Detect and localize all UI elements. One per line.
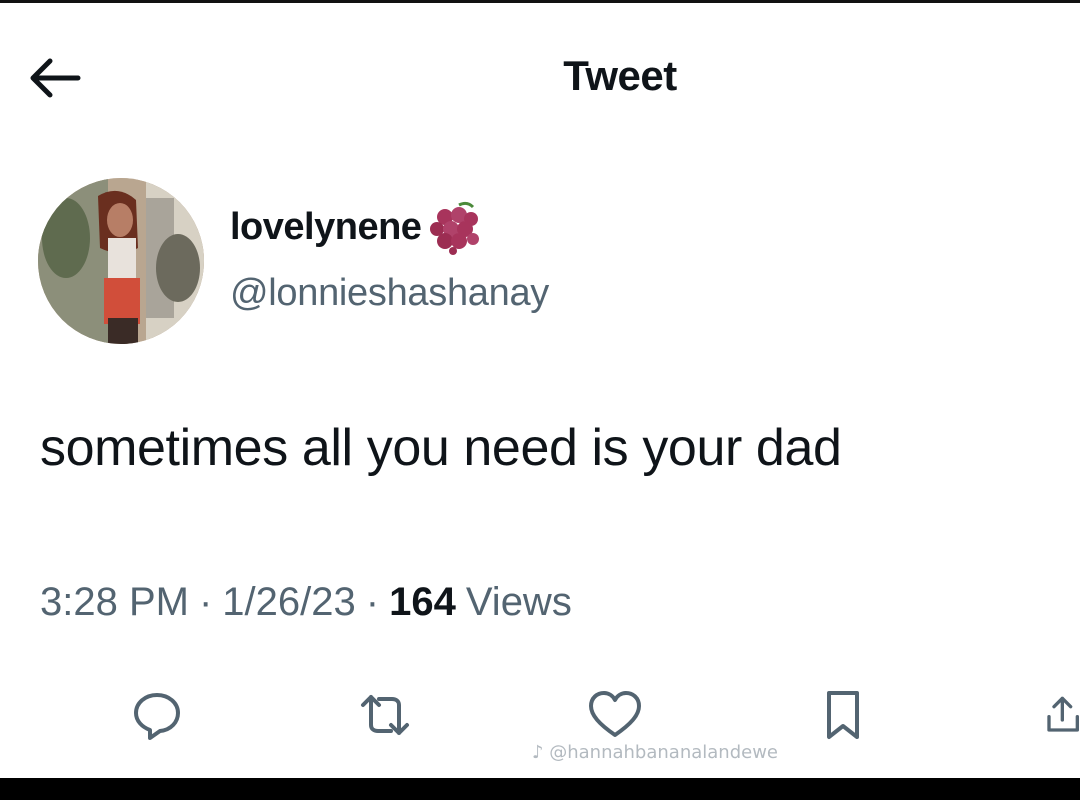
tweet-screen: Tweet lovelynene @lonnieshashanay someti… [0, 0, 1080, 800]
watermark-text: @hannahbananalandewe [549, 742, 778, 763]
meta-separator: · [198, 580, 213, 624]
tweet-meta: 3:28 PM · 1/26/23 · 164 Views [40, 580, 572, 625]
views-count: 164 [389, 580, 456, 624]
tweet-author: lovelynene @lonnieshashanay [38, 178, 938, 348]
user-handle[interactable]: @lonnieshashanay [230, 272, 549, 315]
reply-button[interactable] [122, 680, 192, 750]
avatar[interactable] [38, 178, 204, 344]
tweet-date[interactable]: 1/26/23 [222, 580, 355, 625]
heart-icon [589, 691, 641, 737]
tweet-text: sometimes all you need is your dad [40, 419, 842, 477]
page-title: Tweet [563, 52, 677, 99]
action-bar [0, 680, 1080, 750]
share-icon [1047, 696, 1079, 732]
header: Tweet [0, 40, 1080, 120]
back-button[interactable] [22, 50, 86, 106]
grapes-icon [430, 201, 480, 255]
reply-icon [134, 693, 180, 740]
top-border [0, 0, 1080, 3]
like-button[interactable] [580, 680, 650, 750]
tiktok-icon: ♪ [532, 742, 544, 763]
share-button[interactable] [1044, 680, 1080, 750]
display-name[interactable]: lovelynene [230, 206, 422, 249]
meta-separator: · [365, 580, 380, 624]
bookmark-icon [827, 691, 859, 739]
tweet-time[interactable]: 3:28 PM [40, 580, 189, 625]
views-label: Views [465, 580, 572, 624]
bottom-bar [0, 778, 1080, 800]
watermark: ♪ @hannahbananalandewe [532, 742, 778, 763]
retweet-icon [361, 695, 409, 735]
arrow-left-icon [30, 58, 81, 98]
retweet-button[interactable] [350, 680, 420, 750]
bookmark-button[interactable] [808, 680, 878, 750]
display-name-row: lovelynene [230, 201, 483, 255]
